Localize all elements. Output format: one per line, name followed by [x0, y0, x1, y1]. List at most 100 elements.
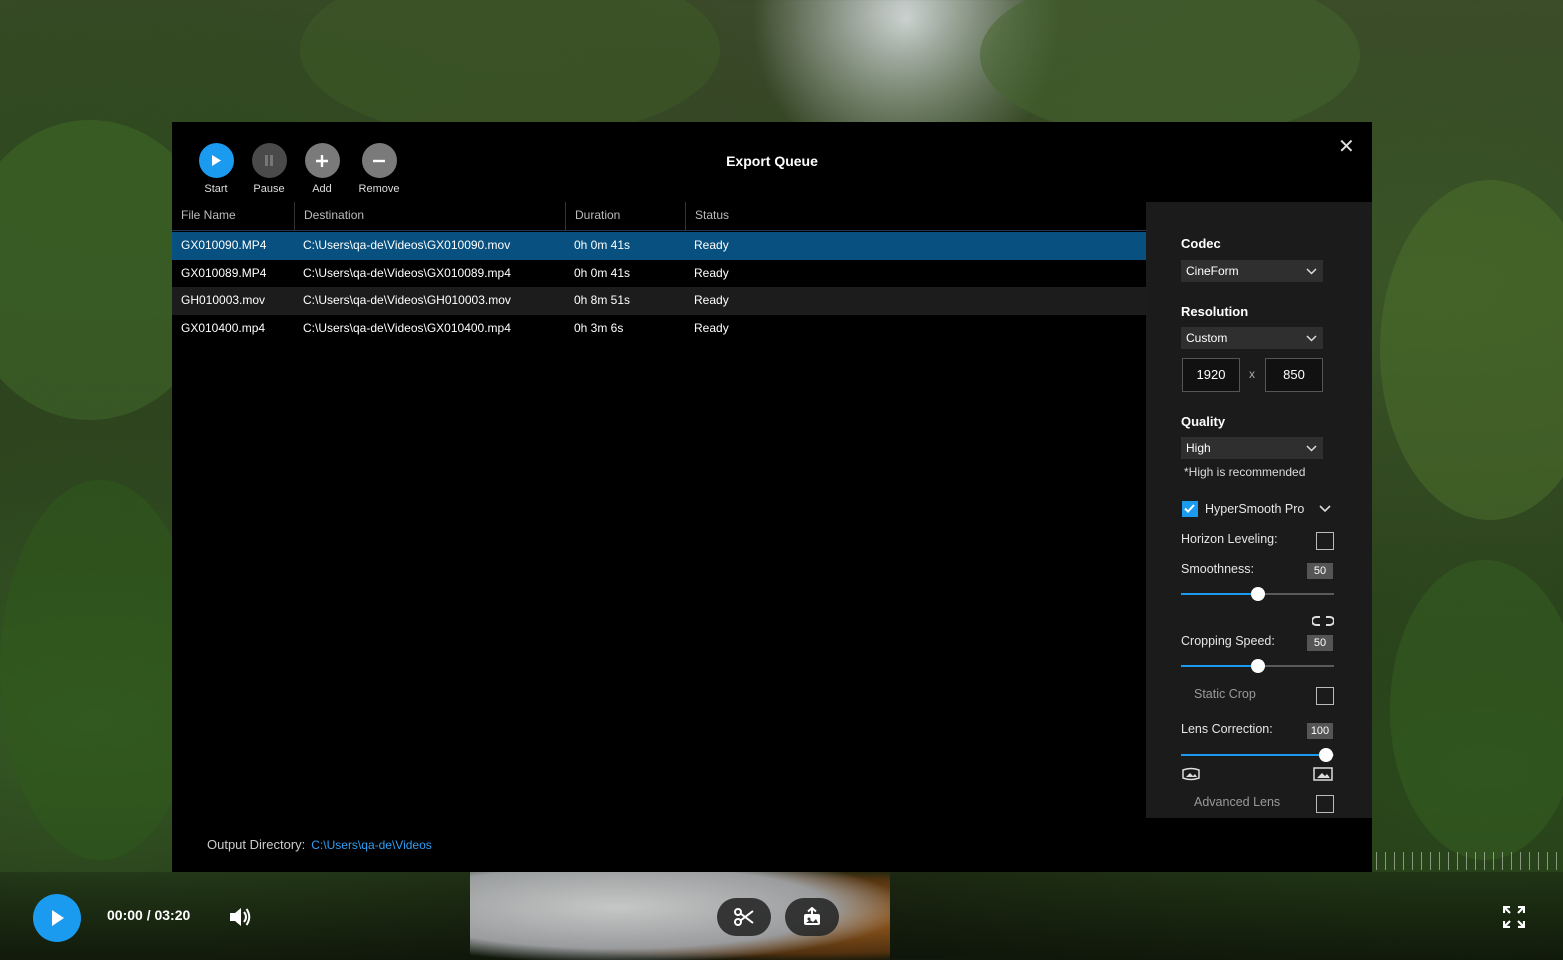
chevron-down-icon: [1306, 437, 1317, 466]
smoothness-slider[interactable]: [1181, 587, 1334, 601]
video-play-button[interactable]: [33, 894, 81, 942]
resolution-select[interactable]: Custom: [1181, 327, 1323, 349]
chevron-down-icon[interactable]: [1318, 502, 1332, 521]
export-settings-panel: Codec CineForm Resolution Custom 1920 x …: [1146, 202, 1372, 818]
playback-time: 00:00 / 03:20: [107, 907, 191, 923]
column-header-destination[interactable]: Destination: [294, 202, 565, 231]
cell-destination: C:\Users\qa-de\Videos\GH010003.mov: [303, 293, 511, 307]
codec-value: CineForm: [1186, 264, 1239, 278]
trim-button[interactable]: [717, 898, 771, 936]
add-label: Add: [312, 183, 332, 195]
advanced-lens-checkbox[interactable]: [1316, 795, 1334, 813]
timeline-scrubber[interactable]: [1376, 852, 1563, 870]
slider-fill: [1181, 754, 1327, 756]
cell-duration: 0h 0m 41s: [574, 238, 631, 252]
scissors-icon: [734, 908, 754, 926]
export-button[interactable]: [785, 898, 839, 936]
column-header-status[interactable]: Status: [685, 202, 885, 231]
hypersmooth-label: HyperSmooth Pro: [1205, 502, 1305, 516]
background-foliage: [0, 480, 200, 860]
cropping-speed-label: Cropping Speed:: [1181, 634, 1275, 648]
background-foliage: [1390, 560, 1563, 860]
cell-destination: C:\Users\qa-de\Videos\GX010089.mp4: [303, 266, 511, 280]
quality-note: *High is recommended: [1184, 465, 1306, 479]
lens-correction-slider[interactable]: [1181, 748, 1334, 762]
codec-label: Codec: [1181, 236, 1221, 251]
table-row[interactable]: GH010003.mov C:\Users\qa-de\Videos\GH010…: [172, 287, 1146, 315]
smoothness-value[interactable]: 50: [1307, 563, 1333, 579]
lens-wide-icon: [1181, 767, 1201, 786]
cell-file-name: GX010089.MP4: [181, 266, 267, 280]
advanced-lens-label: Advanced Lens: [1194, 795, 1281, 809]
background-foliage: [1380, 180, 1563, 520]
codec-select[interactable]: CineForm: [1181, 260, 1323, 282]
column-header-duration[interactable]: Duration: [565, 202, 685, 231]
cropping-speed-value[interactable]: 50: [1307, 635, 1333, 651]
horizon-leveling-label: Horizon Leveling:: [1181, 532, 1278, 546]
cell-destination: C:\Users\qa-de\Videos\GX010090.mov: [303, 238, 511, 252]
horizon-leveling-checkbox[interactable]: [1316, 532, 1334, 550]
volume-icon[interactable]: [228, 906, 252, 933]
fullscreen-icon[interactable]: [1502, 905, 1526, 933]
cell-status: Ready: [694, 266, 729, 280]
width-input[interactable]: 1920: [1182, 358, 1240, 392]
cell-duration: 0h 0m 41s: [574, 266, 631, 280]
cell-status: Ready: [694, 293, 729, 307]
export-icon: [804, 907, 820, 925]
cell-status: Ready: [694, 321, 729, 335]
cell-duration: 0h 3m 6s: [574, 321, 624, 335]
static-crop-checkbox[interactable]: [1316, 687, 1334, 705]
output-directory-link[interactable]: C:\Users\qa-de\Videos: [311, 838, 432, 852]
slider-knob[interactable]: [1319, 748, 1334, 762]
queue-table-header: File Name Destination Duration Status: [172, 202, 1146, 231]
link-icon[interactable]: [1311, 614, 1335, 632]
column-header-file-name[interactable]: File Name: [172, 202, 294, 231]
cell-file-name: GH010003.mov: [181, 293, 266, 307]
smoothness-label: Smoothness:: [1181, 562, 1254, 576]
lens-correction-value[interactable]: 100: [1307, 723, 1333, 739]
slider-knob[interactable]: [1250, 587, 1265, 601]
lens-linear-icon: [1313, 767, 1333, 786]
output-directory-label: Output Directory:: [207, 837, 306, 852]
resolution-label: Resolution: [1181, 304, 1249, 319]
cell-file-name: GX010090.MP4: [181, 238, 267, 252]
static-crop-label: Static Crop: [1194, 687, 1256, 701]
cell-duration: 0h 8m 51s: [574, 293, 631, 307]
lens-correction-label: Lens Correction:: [1181, 722, 1273, 736]
dimension-separator: x: [1249, 367, 1255, 381]
output-directory: Output Directory: C:\Users\qa-de\Videos: [207, 837, 432, 852]
checkmark-icon: [1184, 504, 1195, 513]
table-row[interactable]: GX010089.MP4 C:\Users\qa-de\Videos\GX010…: [172, 260, 1146, 288]
play-icon: [52, 910, 64, 926]
quality-label: Quality: [1181, 414, 1226, 429]
background-foliage: [300, 0, 720, 140]
quality-value: High: [1186, 441, 1211, 455]
plus-icon: [304, 143, 340, 178]
pause-button[interactable]: Pause: [239, 143, 299, 195]
table-row[interactable]: GX010400.mp4 C:\Users\qa-de\Videos\GX010…: [172, 315, 1146, 343]
play-icon: [198, 143, 234, 178]
minus-icon: [361, 143, 397, 178]
pause-label: Pause: [253, 183, 285, 195]
background-foliage: [980, 0, 1360, 140]
start-button[interactable]: Start: [186, 143, 246, 195]
export-queue-dialog: ✕ Export Queue Start Pause Add Remove Fi…: [172, 122, 1372, 872]
hypersmooth-checkbox[interactable]: [1182, 501, 1198, 517]
cell-file-name: GX010400.mp4: [181, 321, 266, 335]
pause-icon: [251, 143, 287, 178]
slider-fill: [1181, 593, 1258, 595]
resolution-value: Custom: [1186, 331, 1228, 345]
remove-button[interactable]: Remove: [349, 143, 409, 195]
slider-fill: [1181, 665, 1258, 667]
remove-label: Remove: [358, 183, 400, 195]
cell-status: Ready: [694, 238, 729, 252]
add-button[interactable]: Add: [292, 143, 352, 195]
slider-knob[interactable]: [1250, 659, 1265, 673]
height-input[interactable]: 850: [1265, 358, 1323, 392]
cell-destination: C:\Users\qa-de\Videos\GX010400.mp4: [303, 321, 511, 335]
quality-select[interactable]: High: [1181, 437, 1323, 459]
chevron-down-icon: [1306, 260, 1317, 289]
cropping-speed-slider[interactable]: [1181, 659, 1334, 673]
table-row[interactable]: GX010090.MP4 C:\Users\qa-de\Videos\GX010…: [172, 232, 1146, 260]
start-label: Start: [204, 183, 228, 195]
